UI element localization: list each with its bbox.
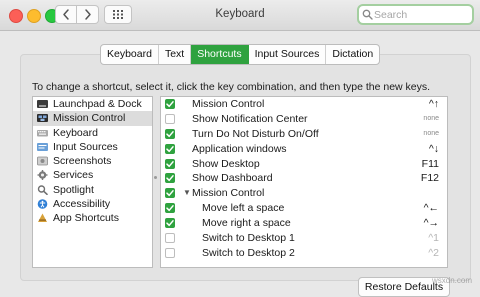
category-screenshots[interactable]: Screenshots [33,154,152,168]
enabled-checkbox[interactable] [165,158,175,169]
shortcut-row-move-right[interactable]: Move right a space ^→ [161,216,447,231]
category-label: Launchpad & Dock [53,98,142,110]
category-label: Screenshots [53,155,112,168]
shortcut-label: Switch to Desktop 2 [202,246,295,259]
category-label: Spotlight [53,183,94,196]
shortcut-key[interactable]: ^2 [428,246,439,261]
shortcut-key[interactable]: F12 [421,171,439,186]
category-accessibility[interactable]: Accessibility [33,197,152,211]
shortcut-row-desktop-2[interactable]: Switch to Desktop 2 ^2 [161,246,447,261]
shortcut-group-label: Mission Control [192,187,265,200]
shortcut-group-mission-control[interactable]: ▼ Mission Control [161,186,447,201]
shortcut-key[interactable]: ^1 [428,231,439,246]
shortcut-row-desktop-1[interactable]: Switch to Desktop 1 ^1 [161,231,447,246]
shortcut-label: Mission Control [192,98,265,110]
shortcut-key[interactable]: none [423,127,439,142]
category-input-sources[interactable]: Input Sources [33,140,152,154]
shortcut-label: Move right a space [202,217,291,230]
tab-shortcuts[interactable]: Shortcuts [191,45,249,64]
category-label: Services [53,169,94,182]
shortcut-label: Show Desktop [192,157,260,170]
shortcut-row-show-dashboard[interactable]: Show Dashboard F12 [161,171,447,186]
enabled-checkbox[interactable] [165,173,175,184]
shortcut-row-mission-control[interactable]: Mission Control ^↑ [161,97,447,112]
tab-bar: Keyboard Text Shortcuts Input Sources Di… [100,44,381,65]
enabled-checkbox[interactable] [165,113,175,124]
tab-text[interactable]: Text [159,45,192,64]
category-label: Keyboard [53,126,98,139]
watermark: wsxdn.com [432,276,473,285]
shortcut-label: Switch to Desktop 1 [202,232,295,245]
category-label: Accessibility [53,198,111,211]
input-sources-icon [37,142,48,151]
checkmark-icon [166,220,174,227]
tab-keyboard[interactable]: Keyboard [101,45,159,64]
tab-dictation[interactable]: Dictation [326,45,379,64]
keyboard-icon [37,129,48,137]
shortcut-key[interactable]: ^↑ [429,97,439,112]
shortcut-label: Move left a space [202,202,285,215]
shortcut-key[interactable]: ^↓ [429,142,439,157]
checkmark-icon [166,145,174,152]
shortcut-row-notification-center[interactable]: Show Notification Center none [161,112,447,127]
shortcut-label: Show Dashboard [192,172,273,185]
gear-icon [37,170,48,181]
tab-input-sources[interactable]: Input Sources [249,45,327,64]
category-list: Launchpad & Dock Mission Control Keyboar… [32,96,153,268]
shortcut-row-application-windows[interactable]: Application windows ^↓ [161,142,447,157]
category-spotlight[interactable]: Spotlight [33,183,152,197]
category-label: Mission Control [53,112,126,125]
accessibility-icon [37,199,48,209]
shortcut-label: Turn Do Not Disturb On/Off [192,127,319,140]
category-mission-control[interactable]: Mission Control [33,111,152,126]
category-app-shortcuts[interactable]: App Shortcuts [33,211,152,225]
category-label: Input Sources [53,140,118,153]
shortcut-key[interactable]: ^← [424,201,439,216]
shortcut-label: Application windows [192,142,287,155]
app-shortcuts-icon [38,213,47,223]
shortcut-row-move-left[interactable]: Move left a space ^← [161,201,447,216]
shortcut-key[interactable]: F11 [422,157,439,172]
shortcut-key[interactable]: ^→ [424,216,439,231]
checkmark-icon [166,130,174,137]
screenshots-icon [37,156,48,166]
category-launchpad-dock[interactable]: Launchpad & Dock [33,97,152,111]
split-view-handle[interactable] [154,176,157,184]
enabled-checkbox[interactable] [165,203,175,214]
launchpad-icon [37,100,48,108]
disclosure-triangle-icon[interactable]: ▼ [183,186,191,201]
category-label: App Shortcuts [53,212,119,225]
category-services[interactable]: Services [33,168,152,182]
enabled-checkbox[interactable] [165,218,175,229]
instructions-text: To change a shortcut, select it, click t… [32,81,431,93]
shortcut-key[interactable]: none [423,112,439,127]
checkmark-icon [166,175,174,182]
checkmark-icon [166,160,174,167]
checkmark-icon [166,205,174,212]
enabled-checkbox[interactable] [165,143,175,154]
title-bar: Keyboard [0,0,480,31]
shortcut-row-show-desktop[interactable]: Show Desktop F11 [161,157,447,172]
enabled-checkbox[interactable] [165,128,175,139]
shortcut-list: Mission Control ^↑ Show Notification Cen… [160,96,448,268]
enabled-checkbox[interactable] [165,188,175,199]
mission-control-icon [37,114,48,123]
search-icon [362,9,373,20]
checkmark-icon [166,190,174,197]
category-keyboard[interactable]: Keyboard [33,126,152,140]
search-field[interactable] [357,4,474,25]
enabled-checkbox[interactable] [165,99,175,109]
search-input[interactable] [374,7,468,22]
shortcut-label: Show Notification Center [192,112,308,125]
spotlight-icon [37,185,48,195]
enabled-checkbox[interactable] [165,247,175,258]
checkmark-icon [166,101,174,108]
shortcut-row-do-not-disturb[interactable]: Turn Do Not Disturb On/Off none [161,127,447,142]
enabled-checkbox[interactable] [165,233,175,244]
